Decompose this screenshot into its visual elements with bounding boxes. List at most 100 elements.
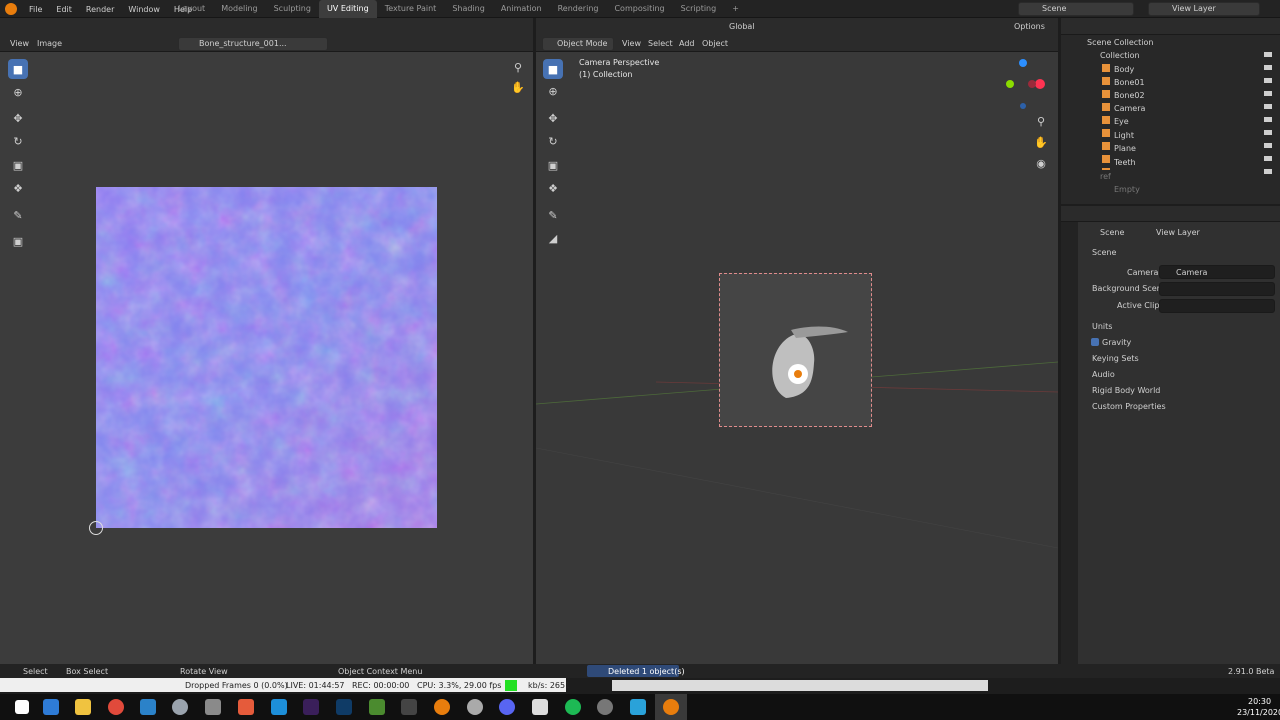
outliner-item-body[interactable]: Body (1114, 65, 1134, 74)
outliner-item-bone01[interactable]: Bone01 (1114, 78, 1145, 87)
viewport-menu-select[interactable]: Select (648, 39, 673, 48)
settings-icon[interactable] (467, 699, 483, 715)
move-tool-icon[interactable]: ✥ (543, 108, 563, 128)
blender-app-icon[interactable] (434, 699, 450, 715)
blender-icon[interactable] (663, 699, 679, 715)
props-tab-view-layer[interactable]: View Layer (1156, 228, 1200, 237)
tab-uv-editing[interactable]: UV Editing (318, 0, 377, 18)
pan-hand-icon[interactable]: ✋ (1031, 132, 1051, 152)
chrome-icon[interactable] (108, 699, 124, 715)
options-button[interactable]: Options (1014, 22, 1045, 31)
select-tool-icon[interactable]: ■ (8, 59, 28, 79)
menu-window[interactable]: Window (121, 5, 167, 14)
mode-label: Object Mode (557, 39, 608, 48)
tab-texture-paint[interactable]: Texture Paint (377, 0, 445, 18)
outliner-collection[interactable]: Collection (1100, 51, 1140, 60)
panel-gravity[interactable]: Gravity (1102, 338, 1131, 347)
background-scene-field[interactable] (1159, 282, 1275, 296)
file-explorer-icon[interactable] (75, 699, 91, 715)
viewport-menu-object[interactable]: Object (702, 39, 728, 48)
photoshop-icon[interactable] (336, 699, 352, 715)
notepad-icon[interactable] (630, 699, 646, 715)
outliner-item-plane[interactable]: Plane (1114, 144, 1136, 153)
select-box-tool-icon[interactable]: ■ (543, 59, 563, 79)
circle-app-icon[interactable] (597, 699, 613, 715)
object-icons (1102, 64, 1110, 170)
shield-icon[interactable] (532, 699, 548, 715)
rip-tool-icon[interactable]: ▣ (8, 231, 28, 251)
outliner-root[interactable]: Scene Collection (1087, 38, 1154, 47)
scale-tool-icon[interactable]: ▣ (8, 155, 28, 175)
obs-cpu: CPU: 3.3%, 29.00 fps (417, 681, 502, 690)
add-workspace-button[interactable]: + (724, 0, 747, 18)
outliner-item-camera[interactable]: Camera (1114, 104, 1145, 113)
premiere-icon[interactable] (303, 699, 319, 715)
viewport-menu-add[interactable]: Add (679, 39, 695, 48)
camera-view-icon[interactable]: ◉ (1031, 153, 1051, 173)
outliner-item-eye[interactable]: Eye (1114, 117, 1129, 126)
2d-cursor-icon[interactable] (89, 521, 103, 535)
tab-shading[interactable]: Shading (444, 0, 493, 18)
annotate-tool-icon[interactable]: ✎ (8, 205, 28, 225)
transform-tool-icon[interactable]: ❖ (8, 178, 28, 198)
minecraft-icon[interactable] (369, 699, 385, 715)
rotate-tool-icon[interactable]: ↻ (8, 131, 28, 151)
menu-file[interactable]: File (22, 5, 49, 14)
tab-scripting[interactable]: Scripting (673, 0, 725, 18)
transform-orientation[interactable]: Global (729, 22, 755, 31)
tab-sculpting[interactable]: Sculpting (266, 0, 319, 18)
scene-selector[interactable] (1018, 2, 1134, 16)
check-app-icon[interactable] (140, 699, 156, 715)
panel-rigid-body-world[interactable]: Rigid Body World (1092, 386, 1160, 395)
obs-icon[interactable] (238, 699, 254, 715)
discord-icon[interactable] (499, 699, 515, 715)
cursor-tool-icon[interactable]: ⊕ (8, 82, 28, 102)
outliner-empty[interactable]: Empty (1114, 185, 1140, 194)
gravity-checkbox[interactable] (1091, 338, 1099, 346)
tab-layout[interactable]: Layout (170, 0, 213, 18)
pan-hand-icon[interactable]: ✋ (508, 77, 528, 97)
blender-logo-icon[interactable] (5, 3, 17, 15)
tab-animation[interactable]: Animation (493, 0, 550, 18)
blue-app-icon[interactable] (271, 699, 287, 715)
viewport-overlay-collection: (1) Collection (579, 70, 633, 79)
rotate-tool-icon[interactable]: ↻ (543, 131, 563, 151)
outliner-ref[interactable]: ref (1100, 172, 1111, 181)
transform-tool-icon[interactable]: ❖ (543, 178, 563, 198)
navigation-gizmo-icon[interactable] (1006, 54, 1050, 114)
camera-value: Camera (1176, 268, 1208, 277)
annotate-tool-icon[interactable]: ✎ (543, 205, 563, 225)
panel-units[interactable]: Units (1092, 322, 1112, 331)
tab-rendering[interactable]: Rendering (550, 0, 607, 18)
visibility-eye-icon[interactable] (1264, 52, 1272, 174)
spotify-icon[interactable] (565, 699, 581, 715)
viewport-menu-view[interactable]: View (622, 39, 641, 48)
outliner-item-bone02[interactable]: Bone02 (1114, 91, 1145, 100)
props-tab-scene[interactable]: Scene (1100, 228, 1124, 237)
menu-render[interactable]: Render (79, 5, 121, 14)
scale-tool-icon[interactable]: ▣ (543, 155, 563, 175)
props-section-scene[interactable]: Scene (1092, 248, 1116, 257)
tab-compositing[interactable]: Compositing (606, 0, 672, 18)
uv-menu-image[interactable]: Image (37, 39, 62, 48)
active-clip-field[interactable] (1159, 299, 1275, 313)
skull-model[interactable] (756, 318, 856, 408)
move-tool-icon[interactable]: ✥ (8, 108, 28, 128)
zoom-icon[interactable]: ⚲ (1031, 111, 1051, 131)
outliner-item-teeth[interactable]: Teeth (1114, 158, 1136, 167)
menu-edit[interactable]: Edit (49, 5, 79, 14)
cursor-tool-icon[interactable]: ⊕ (543, 81, 563, 101)
measure-tool-icon[interactable]: ◢ (543, 228, 563, 248)
steam-icon[interactable] (172, 699, 188, 715)
windows-start-icon[interactable] (15, 700, 29, 714)
panel-audio[interactable]: Audio (1092, 370, 1115, 379)
uv-menu-view[interactable]: View (10, 39, 29, 48)
tool-app-icon[interactable] (401, 699, 417, 715)
outliner-item-light[interactable]: Light (1114, 131, 1134, 140)
zoom-icon[interactable]: ⚲ (508, 57, 528, 77)
app-icon[interactable] (205, 699, 221, 715)
document-app-icon[interactable] (43, 699, 59, 715)
panel-keying-sets[interactable]: Keying Sets (1092, 354, 1139, 363)
tab-modeling[interactable]: Modeling (213, 0, 265, 18)
panel-custom-properties[interactable]: Custom Properties (1092, 402, 1166, 411)
